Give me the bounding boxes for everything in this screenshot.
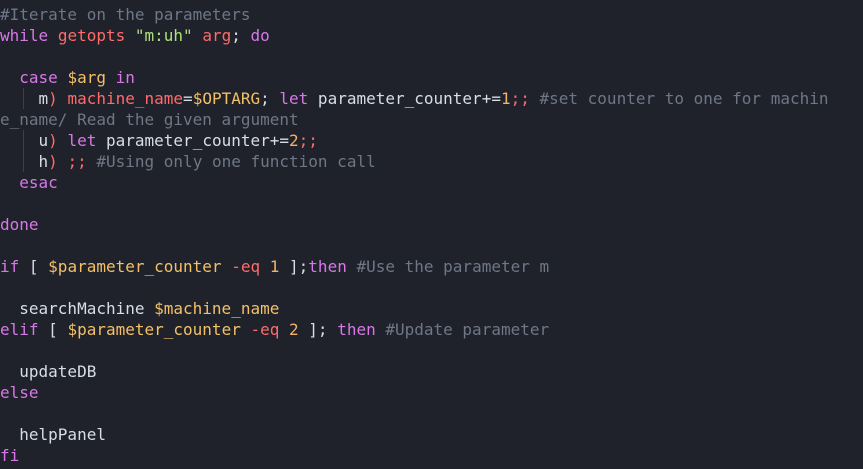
code-token: #set counter to one for machin <box>539 89 829 108</box>
code-token: ) <box>48 152 58 171</box>
code-token: let <box>279 89 309 108</box>
code-token: helpPanel <box>0 425 106 444</box>
code-line[interactable] <box>0 340 863 361</box>
code-token: #Update parameter <box>385 320 550 339</box>
code-token: -eq <box>250 320 280 339</box>
code-token: elif <box>0 320 39 339</box>
code-line[interactable]: case $arg in <box>0 67 863 88</box>
indent-guide <box>23 88 24 109</box>
code-token: ; <box>260 89 280 108</box>
code-line[interactable]: done <box>0 214 863 235</box>
code-token: [ <box>38 320 68 339</box>
code-token: ;; <box>510 89 530 108</box>
code-token: 1 <box>500 89 511 108</box>
code-token: then <box>308 257 347 276</box>
code-editor[interactable]: #Iterate on the parameters while getopts … <box>0 4 863 469</box>
code-token: $parameter_counter <box>67 320 241 339</box>
code-token: ;; <box>298 131 318 150</box>
code-token: = <box>183 89 193 108</box>
code-token: $parameter_counter <box>48 257 222 276</box>
code-token: #Use the parameter m <box>356 257 550 276</box>
code-token: ;; <box>67 152 87 171</box>
code-token: done <box>0 215 39 234</box>
code-token: 2 <box>289 320 299 339</box>
code-line[interactable]: fi <box>0 445 863 466</box>
code-token: $arg <box>67 68 106 87</box>
code-line[interactable]: if [ $parameter_counter -eq 1 ];then #Us… <box>0 256 863 277</box>
code-line[interactable]: helpPanel <box>0 424 863 445</box>
code-token: machine_name <box>67 89 184 108</box>
code-token: esac <box>19 173 58 192</box>
code-token: [ <box>19 257 49 276</box>
code-line[interactable]: while getopts "m:uh" arg; do <box>0 25 863 46</box>
code-token: parameter_counter+= <box>308 89 501 108</box>
code-token: ) <box>48 131 58 150</box>
code-token: if <box>0 257 20 276</box>
code-token: $OPTARG <box>192 89 261 108</box>
code-token: ]; <box>279 257 309 276</box>
code-token: #Using only one function call <box>96 152 376 171</box>
code-token: arg <box>202 26 232 45</box>
code-line[interactable]: else <box>0 382 863 403</box>
code-line[interactable]: searchMachine $machine_name <box>0 298 863 319</box>
code-line[interactable]: esac <box>0 172 863 193</box>
code-token: #Iterate on the parameters <box>0 5 251 24</box>
code-token: while <box>0 26 49 45</box>
code-token: m <box>0 89 49 108</box>
code-token: then <box>337 320 376 339</box>
code-line[interactable]: e_name/ Read the given argument <box>0 109 863 130</box>
code-token: e_name/ Read the given argument <box>0 110 299 129</box>
code-token: in <box>115 68 135 87</box>
code-line[interactable]: h) ;; #Using only one function call <box>0 151 863 172</box>
code-token: h <box>0 152 49 171</box>
code-lines: #Iterate on the parameters while getopts … <box>0 4 863 466</box>
code-token: -eq <box>231 257 261 276</box>
indent-guide <box>23 151 24 172</box>
code-token: fi <box>0 446 20 465</box>
code-line[interactable] <box>0 46 863 67</box>
code-token: case <box>19 68 58 87</box>
code-line[interactable]: elif [ $parameter_counter -eq 2 ]; then … <box>0 319 863 340</box>
code-token: $machine_name <box>154 299 280 318</box>
code-token: ]; <box>298 320 338 339</box>
code-line[interactable]: #Iterate on the parameters <box>0 4 863 25</box>
code-token: parameter_counter+= <box>96 131 290 150</box>
code-token: getopts <box>57 26 126 45</box>
code-token: u <box>0 131 49 150</box>
code-token: 2 <box>289 131 299 150</box>
code-line[interactable] <box>0 277 863 298</box>
code-line[interactable] <box>0 235 863 256</box>
indent-guide <box>23 130 24 151</box>
code-token: 1 <box>269 257 280 276</box>
code-token: searchMachine <box>0 299 155 318</box>
code-token: let <box>67 131 97 150</box>
code-line[interactable]: m) machine_name=$OPTARG; let parameter_c… <box>0 88 863 109</box>
code-line[interactable]: updateDB <box>0 361 863 382</box>
code-line[interactable]: u) let parameter_counter+=2;; <box>0 130 863 151</box>
code-token: updateDB <box>0 362 97 381</box>
code-line[interactable] <box>0 193 863 214</box>
code-token: else <box>0 383 39 402</box>
code-token: ) <box>48 89 58 108</box>
code-token: ; <box>231 26 251 45</box>
code-token: "m:uh" <box>134 26 193 45</box>
code-token: do <box>250 26 270 45</box>
code-line[interactable] <box>0 403 863 424</box>
